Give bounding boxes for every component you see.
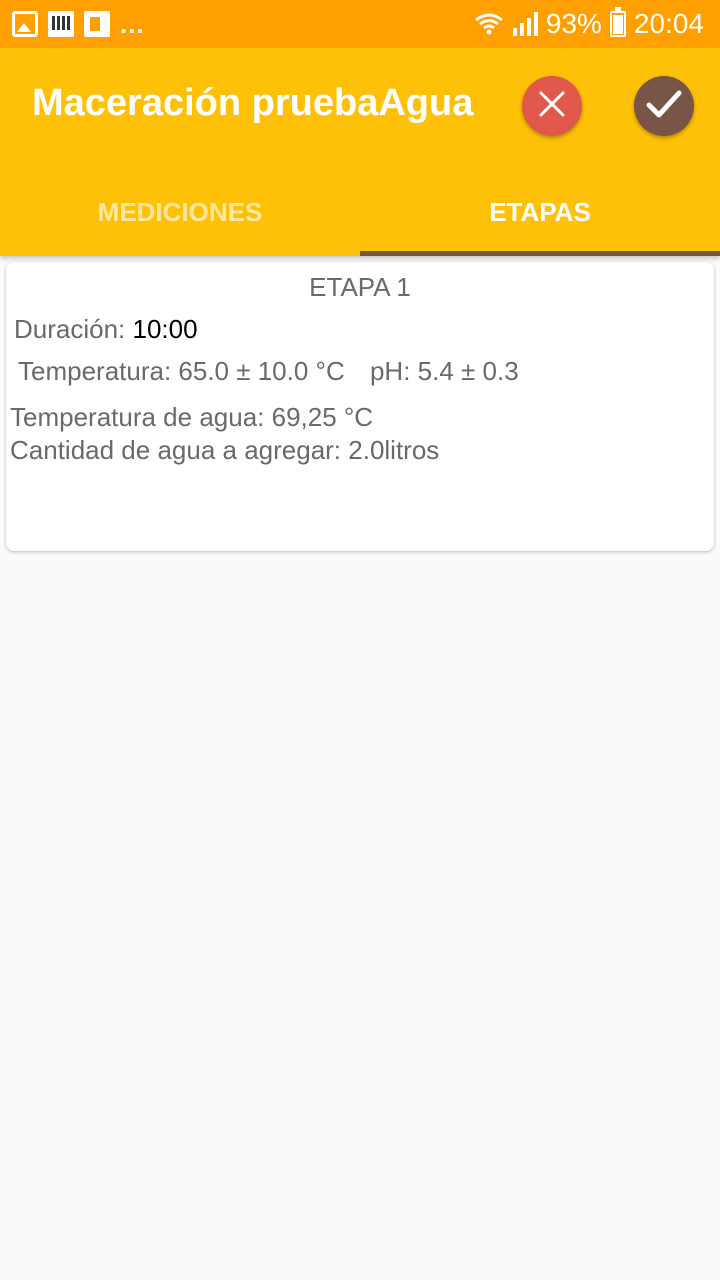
check-icon [646,90,682,123]
tab-bar: MEDICIONES ETAPAS [0,168,720,256]
system-icons: 93% 20:04 [474,7,704,40]
stage-title: ETAPA 1 [309,272,411,302]
close-icon [538,90,566,123]
duration-row: Duración: 10:00 [14,314,198,345]
flipboard-icon [84,11,110,37]
wifi-icon [474,12,504,36]
clock: 20:04 [633,8,704,39]
tab-etapas[interactable]: ETAPAS [360,168,720,256]
app-notification-icon [48,11,74,37]
ph-range: pH: 5.4 ± 0.3 [369,356,519,386]
water-amount: Cantidad de agua a agregar: 2.0litros [10,435,440,465]
cancel-button[interactable] [522,76,582,136]
more-notifications-indicator: ... [120,9,145,39]
notification-icons: ... [12,9,145,39]
signal-icon [512,12,538,36]
water-temperature: Temperatura de agua: 69,25 °C [10,402,374,432]
temperature-ph-row: Temperatura: 65.0 ± 10.0 °C pH: 5.4 ± 0.… [18,356,519,387]
status-bar: ... 93% 20:04 [0,0,720,48]
duration-value: 10:00 [132,314,198,344]
battery-icon [609,7,626,37]
stage-card[interactable]: ETAPA 1 Duración: 10:00 Temperatura: 65.… [6,262,714,551]
page-title: Maceración pruebaAgua [32,82,474,124]
app-bar: Maceración pruebaAgua MEDICIONES ETAPAS [0,48,720,256]
temperature-range: Temperatura: 65.0 ± 10.0 °C [18,356,345,386]
tab-mediciones[interactable]: MEDICIONES [0,168,360,256]
confirm-button[interactable] [634,76,694,136]
battery-percent: 93% [545,8,602,39]
duration-label: Duración: [14,314,126,344]
gallery-icon [12,11,38,37]
